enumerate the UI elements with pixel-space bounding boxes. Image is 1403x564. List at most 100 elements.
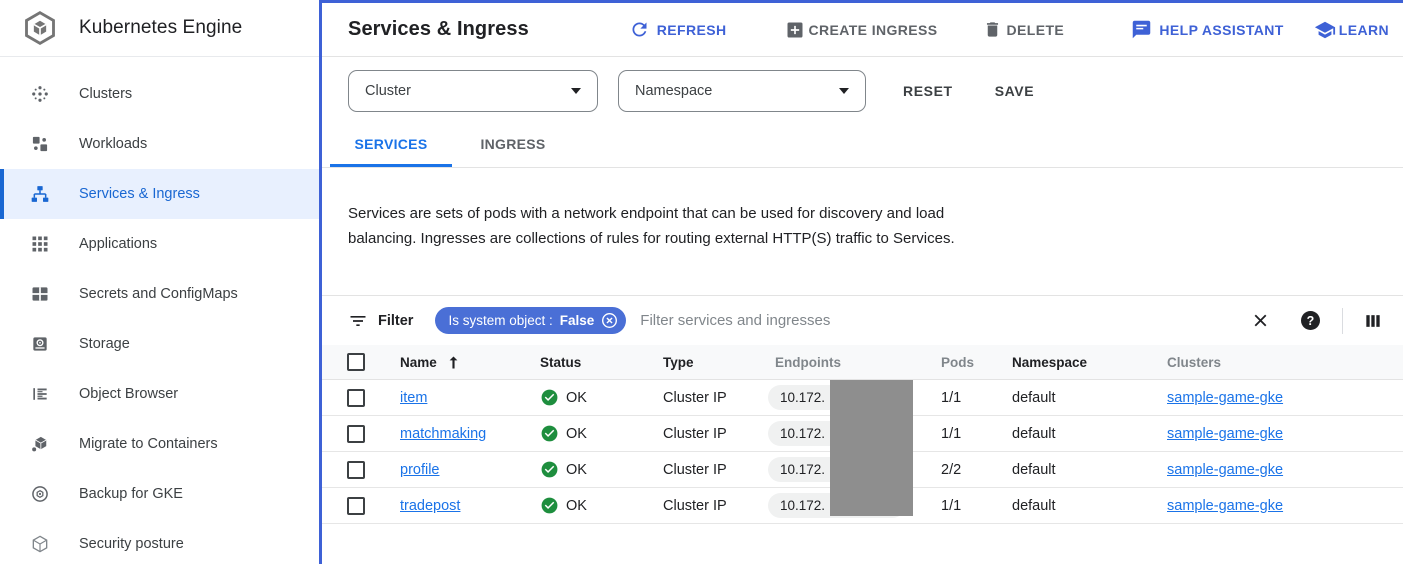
table-header-row: Name Status Type Endpoints Pods Namespac… bbox=[322, 345, 1403, 380]
sidebar-item-applications[interactable]: Applications bbox=[0, 219, 319, 269]
chevron-down-icon bbox=[571, 88, 581, 94]
sidebar-item-storage[interactable]: Storage bbox=[0, 319, 319, 369]
sidebar-item-backup-for-gke[interactable]: Backup for GKE bbox=[0, 469, 319, 519]
pods-count: 2/2 bbox=[941, 462, 1012, 478]
cluster-link[interactable]: sample-game-gke bbox=[1167, 462, 1283, 478]
tab-services[interactable]: SERVICES bbox=[330, 124, 452, 167]
page-title: Services & Ingress bbox=[348, 18, 529, 41]
sidebar-item-security-posture[interactable]: Security posture bbox=[0, 519, 319, 564]
service-name-link[interactable]: profile bbox=[400, 462, 440, 478]
status-ok-icon bbox=[540, 424, 559, 443]
migrate-to-containers-icon bbox=[30, 434, 50, 454]
cluster-link[interactable]: sample-game-gke bbox=[1167, 498, 1283, 514]
filter-input[interactable] bbox=[640, 312, 1250, 329]
cluster-link[interactable]: sample-game-gke bbox=[1167, 390, 1283, 406]
column-header-type[interactable]: Type bbox=[663, 355, 775, 370]
column-header-status[interactable]: Status bbox=[540, 355, 663, 370]
services-description: Services are sets of pods with a network… bbox=[348, 201, 966, 251]
column-header-clusters[interactable]: Clusters bbox=[1167, 355, 1403, 370]
pods-count: 1/1 bbox=[941, 426, 1012, 442]
learn-label: LEARN bbox=[1339, 22, 1389, 38]
tab-bar: SERVICES INGRESS bbox=[322, 124, 1403, 168]
cluster-link[interactable]: sample-game-gke bbox=[1167, 426, 1283, 442]
column-header-name[interactable]: Name bbox=[400, 354, 540, 371]
row-checkbox[interactable] bbox=[347, 497, 365, 515]
row-checkbox[interactable] bbox=[347, 389, 365, 407]
reset-button[interactable]: RESET bbox=[903, 83, 953, 99]
service-name-link[interactable]: item bbox=[400, 390, 427, 406]
service-type: Cluster IP bbox=[663, 426, 775, 442]
sidebar-item-migrate-to-containers[interactable]: Migrate to Containers bbox=[0, 419, 319, 469]
service-type: Cluster IP bbox=[663, 390, 775, 406]
filter-select-row: Cluster Namespace RESET SAVE bbox=[322, 57, 1403, 124]
status-ok-icon bbox=[540, 496, 559, 515]
chevron-down-icon bbox=[839, 88, 849, 94]
filter-chip-is-system-object[interactable]: Is system object : False bbox=[435, 307, 626, 334]
refresh-label: REFRESH bbox=[657, 22, 727, 38]
column-header-endpoints[interactable]: Endpoints bbox=[775, 355, 941, 370]
sidebar-item-label: Backup for GKE bbox=[79, 486, 183, 502]
help-assistant-button[interactable]: HELP ASSISTANT bbox=[1131, 19, 1283, 40]
row-checkbox[interactable] bbox=[347, 425, 365, 443]
namespace-value: default bbox=[1012, 426, 1167, 442]
sidebar-item-services-ingress[interactable]: Services & Ingress bbox=[0, 169, 319, 219]
filter-help-icon[interactable]: ? bbox=[1301, 311, 1320, 330]
sidebar-item-secrets-configmaps[interactable]: Secrets and ConfigMaps bbox=[0, 269, 319, 319]
app-title: Kubernetes Engine bbox=[79, 17, 242, 39]
trash-icon bbox=[983, 20, 1002, 39]
delete-label: DELETE bbox=[1007, 22, 1065, 38]
row-checkbox[interactable] bbox=[347, 461, 365, 479]
service-type: Cluster IP bbox=[663, 498, 775, 514]
sidebar-item-object-browser[interactable]: Object Browser bbox=[0, 369, 319, 419]
storage-icon bbox=[30, 334, 50, 354]
learn-button[interactable]: LEARN bbox=[1314, 19, 1389, 41]
sidebar-item-label: Secrets and ConfigMaps bbox=[79, 286, 238, 302]
backup-for-gke-icon bbox=[30, 484, 50, 504]
sidebar-item-clusters[interactable]: Clusters bbox=[0, 69, 319, 119]
cluster-select[interactable]: Cluster bbox=[348, 70, 598, 112]
sort-ascending-icon[interactable] bbox=[445, 354, 462, 371]
select-all-checkbox[interactable] bbox=[347, 353, 365, 371]
chip-close-icon[interactable] bbox=[601, 312, 618, 329]
status-text: OK bbox=[566, 426, 587, 442]
pods-count: 1/1 bbox=[941, 390, 1012, 406]
namespace-select-label: Namespace bbox=[635, 83, 712, 99]
applications-icon bbox=[30, 234, 50, 254]
delete-button[interactable]: DELETE bbox=[983, 20, 1065, 39]
cluster-select-label: Cluster bbox=[365, 83, 411, 99]
column-display-icon[interactable] bbox=[1363, 311, 1383, 331]
tab-ingress[interactable]: INGRESS bbox=[452, 124, 574, 167]
graduation-cap-icon bbox=[1314, 19, 1336, 41]
save-button[interactable]: SAVE bbox=[995, 83, 1035, 99]
clusters-icon bbox=[30, 84, 50, 104]
sidebar-item-label: Storage bbox=[79, 336, 130, 352]
status-text: OK bbox=[566, 498, 587, 514]
column-header-namespace[interactable]: Namespace bbox=[1012, 355, 1167, 370]
object-browser-icon bbox=[30, 384, 50, 404]
description-section: Services are sets of pods with a network… bbox=[322, 168, 1403, 295]
sidebar-header: Kubernetes Engine bbox=[0, 0, 319, 57]
sidebar-item-label: Applications bbox=[79, 236, 157, 252]
service-name-link[interactable]: tradepost bbox=[400, 498, 460, 514]
namespace-select[interactable]: Namespace bbox=[618, 70, 866, 112]
status-ok-icon bbox=[540, 388, 559, 407]
chat-icon bbox=[1131, 19, 1152, 40]
create-ingress-button[interactable]: CREATE INGRESS bbox=[785, 20, 938, 40]
filter-funnel-icon bbox=[348, 311, 368, 331]
sidebar-item-label: Migrate to Containers bbox=[79, 436, 218, 452]
namespace-value: default bbox=[1012, 462, 1167, 478]
filter-label: Filter bbox=[378, 313, 413, 329]
sidebar-item-workloads[interactable]: Workloads bbox=[0, 119, 319, 169]
kubernetes-engine-logo-icon bbox=[22, 10, 58, 46]
status-ok-icon bbox=[540, 460, 559, 479]
column-header-pods[interactable]: Pods bbox=[941, 355, 1012, 370]
clear-filters-icon[interactable] bbox=[1250, 310, 1271, 331]
toolbar-divider bbox=[1342, 308, 1343, 334]
sidebar: Kubernetes Engine Clusters bbox=[0, 0, 319, 564]
service-name-link[interactable]: matchmaking bbox=[400, 426, 486, 442]
sidebar-item-label: Security posture bbox=[79, 536, 184, 552]
refresh-button[interactable]: REFRESH bbox=[629, 19, 727, 40]
refresh-icon bbox=[629, 19, 650, 40]
status-text: OK bbox=[566, 462, 587, 478]
service-type: Cluster IP bbox=[663, 462, 775, 478]
